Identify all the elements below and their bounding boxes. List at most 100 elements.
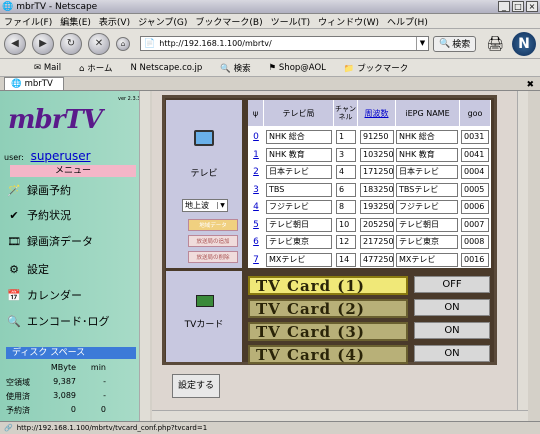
user-link[interactable]: superuser [31, 149, 91, 163]
maximize-button[interactable]: □ [512, 1, 524, 12]
table-cell-input[interactable]: NHK 総合 [396, 130, 458, 144]
tv-card-1-state[interactable]: OFF [414, 276, 490, 293]
tv-card-1[interactable]: TV Card (1) [248, 276, 408, 295]
channel-index-link[interactable]: 3 [251, 185, 261, 195]
back-button[interactable]: ◀ [4, 32, 26, 55]
table-cell-input[interactable]: 12 [336, 235, 356, 249]
menu-file[interactable]: ファイル(F) [4, 15, 52, 28]
table-cell-input[interactable]: 6 [336, 182, 356, 197]
netscape-logo[interactable]: N [512, 31, 536, 56]
bookmark-netscape[interactable]: N Netscape.co.jp [130, 63, 211, 73]
table-cell-input[interactable]: 4 [336, 165, 356, 179]
content-scrollbar[interactable] [517, 91, 528, 421]
table-cell-input[interactable]: 183250 [360, 182, 394, 197]
table-cell-input[interactable]: テレビ東京 [266, 235, 332, 249]
tv-card-2[interactable]: TV Card (2) [248, 299, 408, 318]
content-hscrollbar[interactable] [152, 410, 528, 421]
menu-help[interactable]: ヘルプ(H) [387, 15, 428, 28]
table-cell-input[interactable]: フジテレビ [266, 200, 332, 214]
table-cell-input[interactable]: 1 [336, 130, 356, 144]
bookmark-shop[interactable]: ⚑ Shop@AOL [269, 63, 335, 73]
sidebar-item-record-reserve[interactable]: 🪄 録画予約 [6, 182, 71, 198]
sidebar-item-reserve-status[interactable]: ✔ 予約状況 [6, 207, 71, 223]
menu-edit[interactable]: 編集(E) [60, 15, 91, 28]
sidebar-item-encode-log[interactable]: 🔍 エンコード･ログ [6, 313, 109, 329]
tv-card-4[interactable]: TV Card (4) [248, 345, 408, 364]
table-cell-input[interactable]: 0016 [461, 252, 489, 267]
menu-tools[interactable]: ツール(T) [271, 15, 311, 28]
channel-index-link[interactable]: 1 [251, 150, 261, 160]
table-cell-input[interactable]: TBSテレビ [396, 182, 458, 197]
region-data-button[interactable]: 地域データ [188, 219, 238, 231]
stop-button[interactable]: ✕ [88, 32, 110, 55]
table-cell-input[interactable]: 日本テレビ [266, 165, 332, 179]
menu-view[interactable]: 表示(V) [99, 15, 130, 28]
channel-index-link[interactable]: 0 [251, 132, 261, 142]
home-button[interactable]: ⌂ [116, 36, 130, 51]
bookmark-home[interactable]: ⌂ ホーム [79, 62, 121, 74]
sidebar-item-settings[interactable]: ⚙ 設定 [6, 261, 49, 277]
url-dropdown-icon[interactable]: ▼ [415, 37, 428, 50]
table-cell-input[interactable]: 0031 [461, 130, 489, 144]
menu-bookmarks[interactable]: ブックマーク(B) [195, 15, 262, 28]
channel-index-link[interactable]: 6 [251, 237, 261, 247]
forward-button[interactable]: ▶ [32, 32, 54, 55]
table-cell-input[interactable]: 14 [336, 252, 356, 267]
channel-index-link[interactable]: 5 [251, 220, 261, 230]
delete-station-button[interactable]: 放送局の削除 [188, 251, 238, 263]
table-cell-input[interactable]: 日本テレビ [396, 165, 458, 179]
table-cell-input[interactable]: 171250 [360, 165, 394, 179]
tv-card-3[interactable]: TV Card (3) [248, 322, 408, 341]
table-cell-input[interactable]: 0008 [461, 235, 489, 249]
table-cell-input[interactable]: テレビ朝日 [266, 217, 332, 232]
sidebar-item-calendar[interactable]: 📅 カレンダー [6, 287, 82, 303]
col-header[interactable]: 周波数 [358, 100, 396, 126]
menu-go[interactable]: ジャンプ(G) [138, 15, 187, 28]
table-cell-input[interactable]: NHK 総合 [266, 130, 332, 144]
channel-index-link[interactable]: 2 [251, 167, 261, 177]
tab-mbrtv[interactable]: 🌐 mbrTV [4, 77, 64, 90]
table-cell-input[interactable]: 477250 [360, 252, 394, 267]
table-cell-input[interactable]: 10 [336, 217, 356, 232]
setup-button[interactable]: 設定する [172, 374, 220, 398]
reload-button[interactable]: ↻ [60, 32, 82, 55]
channel-index-link[interactable]: 7 [251, 255, 261, 265]
table-cell-input[interactable]: 3 [336, 147, 356, 162]
tv-card-4-state[interactable]: ON [414, 345, 490, 362]
tv-card-2-state[interactable]: ON [414, 299, 490, 316]
tv-card-3-state[interactable]: ON [414, 322, 490, 339]
table-cell-input[interactable]: 91250 [360, 130, 394, 144]
minimize-button[interactable]: _ [498, 1, 510, 12]
table-cell-input[interactable]: 193250 [360, 200, 394, 214]
channel-index-link[interactable]: 4 [251, 202, 261, 212]
search-button[interactable]: 🔍 検索 [432, 35, 477, 52]
table-cell-input[interactable]: 0004 [461, 165, 489, 179]
table-cell-input[interactable]: フジテレビ [396, 200, 458, 214]
table-cell-input[interactable]: MXテレビ [396, 252, 458, 267]
table-cell-input[interactable]: 0041 [461, 147, 489, 162]
sidebar-scrollbar[interactable] [139, 91, 150, 421]
table-cell-input[interactable]: 0005 [461, 182, 489, 197]
close-button[interactable]: × [526, 1, 538, 12]
table-cell-input[interactable]: NHK 教育 [396, 147, 458, 162]
url-bar[interactable]: 📄 http://192.168.1.100/mbrtv/ ▼ [140, 36, 429, 51]
menu-window[interactable]: ウィンドウ(W) [318, 15, 379, 28]
table-cell-input[interactable]: 0007 [461, 217, 489, 232]
table-cell-input[interactable]: 103250 [360, 147, 394, 162]
table-cell-input[interactable]: MXテレビ [266, 252, 332, 267]
table-cell-input[interactable]: 8 [336, 200, 356, 214]
table-cell-input[interactable]: 217250 [360, 235, 394, 249]
sidebar-item-recorded-data[interactable]: 🎞 録画済データ [6, 233, 93, 249]
table-cell-input[interactable]: TBS [266, 182, 332, 197]
table-cell-input[interactable]: 205250 [360, 217, 394, 232]
broadcast-select[interactable]: 地上波 ▼ [182, 199, 228, 212]
bookmark-search[interactable]: 🔍 検索 [220, 62, 259, 74]
print-icon[interactable]: 🖨 [486, 36, 504, 52]
bookmark-mail[interactable]: ✉ Mail [34, 63, 70, 73]
bookmark-folder[interactable]: 📁 ブックマーク [344, 62, 417, 74]
table-cell-input[interactable]: テレビ朝日 [396, 217, 458, 232]
table-cell-input[interactable]: NHK 教育 [266, 147, 332, 162]
table-cell-input[interactable]: 0006 [461, 200, 489, 214]
url-text[interactable]: http://192.168.1.100/mbrtv/ [159, 39, 416, 48]
add-station-button[interactable]: 放送局の追加 [188, 235, 238, 247]
